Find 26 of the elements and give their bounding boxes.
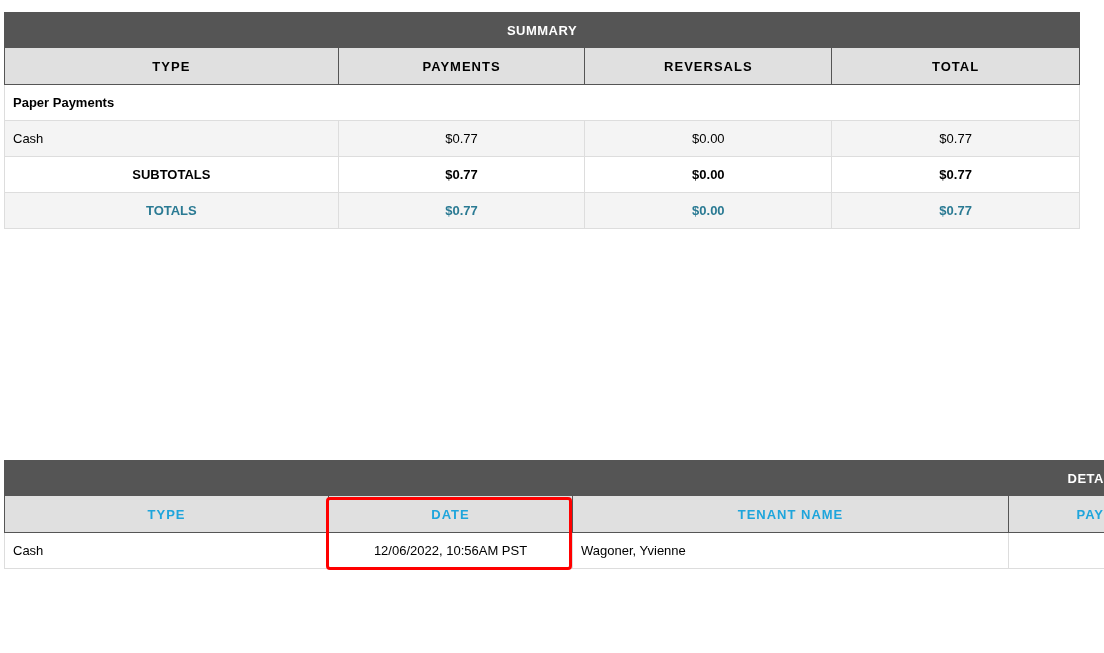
table-title: DETA xyxy=(4,460,1104,496)
table-cell: 12/06/2022, 10:56AM PST xyxy=(328,533,572,568)
table-cell-text: SUBTOTALS xyxy=(131,166,212,184)
table-cell-text: Cash xyxy=(12,130,45,148)
section-heading: Paper Payments xyxy=(12,94,116,112)
table-cell: $0.00 xyxy=(584,193,832,228)
table-cell-text: Cash xyxy=(12,542,45,560)
column-header: TYPE xyxy=(151,57,192,76)
table-cell: $0.00 xyxy=(584,121,832,156)
table-cell: $0.77 xyxy=(831,193,1079,228)
column-header: TENANT NAME xyxy=(572,496,1008,532)
table-cell-text: TOTALS xyxy=(144,202,198,220)
table-cell: $0.77 xyxy=(337,121,585,156)
table-title: SUMMARY xyxy=(4,12,1080,48)
table-cell: $0.00 xyxy=(584,157,832,192)
column-header: TYPE xyxy=(146,505,187,524)
column-header: PAYMENTS xyxy=(337,48,585,84)
table-cell: $0.77 xyxy=(831,121,1079,156)
column-header: REVERSALS xyxy=(584,48,832,84)
table-cell: $0.77 xyxy=(831,157,1079,192)
table-cell: Wagoner, Yvienne xyxy=(572,533,1008,568)
column-header: DATE xyxy=(328,496,572,532)
table-cell: $0.77 xyxy=(337,193,585,228)
column-header: TOTAL xyxy=(831,48,1079,84)
column-header: PAY xyxy=(1008,496,1104,532)
table-cell: $0.77 xyxy=(337,157,585,192)
